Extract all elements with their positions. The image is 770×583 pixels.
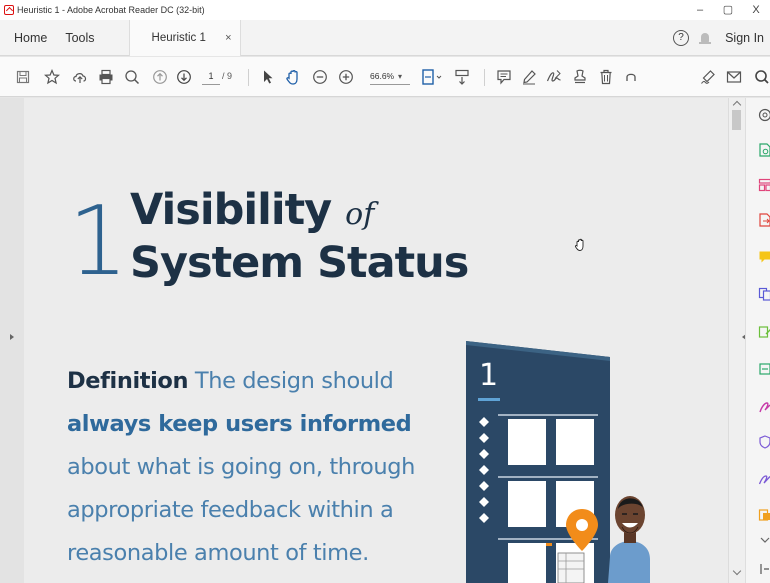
select-cursor-icon[interactable] bbox=[260, 67, 276, 87]
expand-left-pane-icon[interactable] bbox=[10, 334, 14, 340]
toolbar-divider bbox=[484, 69, 485, 86]
title-line-system-status: System Status bbox=[130, 238, 469, 288]
zoom-out-icon[interactable] bbox=[310, 67, 330, 87]
heuristic-illustration: 1 bbox=[464, 337, 664, 583]
zoom-level-input[interactable]: 66.6% bbox=[370, 68, 410, 85]
create-pdf-icon[interactable] bbox=[758, 143, 770, 157]
title-word-visibility: Visibility bbox=[130, 185, 332, 235]
sign-in-link[interactable]: Sign In bbox=[725, 31, 770, 45]
current-page-input[interactable]: 1 bbox=[202, 68, 220, 85]
hand-tool-icon[interactable] bbox=[283, 67, 303, 87]
definition-text-part1: The design should bbox=[188, 368, 394, 394]
scroll-up-icon[interactable] bbox=[732, 100, 742, 110]
request-signature-icon[interactable] bbox=[758, 472, 770, 486]
toolbar-divider bbox=[248, 69, 249, 86]
heuristic-number: 1 bbox=[68, 187, 129, 297]
window-controls: – ▢ X bbox=[686, 0, 770, 20]
definition-paragraph: Definition The design should always keep… bbox=[67, 360, 417, 575]
edit-pdf-icon[interactable] bbox=[758, 325, 770, 339]
tab-document[interactable]: Heuristic 1 × bbox=[128, 19, 241, 56]
title-word-of: of bbox=[345, 197, 375, 232]
tab-tools[interactable]: Tools bbox=[57, 31, 128, 45]
tools-pane-toggle-icon[interactable] bbox=[758, 562, 770, 576]
tab-bar: Home Tools Heuristic 1 × ? Sign In bbox=[0, 19, 770, 56]
search-tool-icon[interactable] bbox=[758, 108, 770, 122]
window-titlebar: Heuristic 1 - Adobe Acrobat Reader DC (3… bbox=[0, 0, 770, 20]
tab-home[interactable]: Home bbox=[0, 31, 57, 45]
previous-page-icon[interactable] bbox=[150, 67, 170, 87]
combine-files-icon[interactable] bbox=[758, 287, 770, 301]
scroll-mode-icon[interactable] bbox=[452, 67, 472, 87]
toolbar: 1 / 9 66.6% ▾ bbox=[0, 57, 770, 97]
notification-bell-icon[interactable] bbox=[699, 32, 712, 45]
organize-pages-icon[interactable] bbox=[758, 178, 770, 192]
maximize-button[interactable]: ▢ bbox=[714, 0, 742, 20]
email-icon[interactable] bbox=[724, 67, 744, 87]
export-pdf-icon[interactable] bbox=[758, 213, 770, 227]
fill-sign-tool-icon[interactable] bbox=[758, 400, 770, 414]
bookmark-star-icon[interactable] bbox=[42, 67, 62, 87]
print-icon[interactable] bbox=[96, 67, 116, 87]
definition-bold-phrase: always keep users informed bbox=[67, 411, 412, 437]
comment-icon[interactable] bbox=[494, 67, 514, 87]
zoom-dropdown-icon[interactable]: ▾ bbox=[398, 68, 402, 85]
page-title: Visibility of System Status bbox=[130, 185, 469, 288]
next-page-icon[interactable] bbox=[174, 67, 194, 87]
upload-cloud-icon[interactable] bbox=[70, 67, 90, 87]
undo-icon[interactable] bbox=[621, 67, 641, 87]
window-title: Heuristic 1 - Adobe Acrobat Reader DC (3… bbox=[17, 5, 205, 15]
minimize-button[interactable]: – bbox=[686, 0, 714, 20]
zoom-search-icon[interactable] bbox=[122, 67, 142, 87]
document-tab-label: Heuristic 1 bbox=[151, 31, 206, 44]
scrollbar-thumb[interactable] bbox=[732, 110, 741, 130]
zoom-in-icon[interactable] bbox=[336, 67, 356, 87]
pdf-page: 1 Visibility of System Status Definition… bbox=[24, 98, 728, 583]
draw-signature-icon[interactable] bbox=[544, 67, 564, 87]
definition-text-part2: about what is going on, through appropri… bbox=[67, 454, 415, 566]
illustration-number: 1 bbox=[479, 358, 498, 393]
acrobat-app-icon bbox=[4, 5, 14, 15]
search-text-icon[interactable] bbox=[752, 67, 770, 87]
highlight-pen-icon[interactable] bbox=[519, 67, 539, 87]
scroll-down-icon[interactable] bbox=[732, 566, 742, 576]
close-tab-icon[interactable]: × bbox=[225, 32, 231, 44]
stamp-icon[interactable] bbox=[570, 67, 590, 87]
vertical-scrollbar[interactable] bbox=[728, 98, 745, 583]
scan-ocr-icon[interactable] bbox=[758, 362, 770, 376]
page-fit-icon[interactable] bbox=[420, 67, 444, 87]
left-navigation-pane[interactable] bbox=[0, 98, 24, 583]
save-icon[interactable] bbox=[14, 67, 32, 87]
total-pages-label: / 9 bbox=[222, 71, 233, 81]
hand-cursor-icon bbox=[574, 238, 586, 257]
protect-shield-icon[interactable] bbox=[758, 435, 770, 449]
definition-label: Definition bbox=[67, 368, 189, 394]
close-window-button[interactable]: X bbox=[742, 0, 770, 20]
fill-sign-icon[interactable] bbox=[698, 67, 718, 87]
more-tools-icon[interactable] bbox=[758, 508, 770, 522]
tools-scroll-down-icon[interactable] bbox=[758, 533, 770, 547]
help-icon[interactable]: ? bbox=[673, 30, 690, 46]
comment-tool-icon[interactable] bbox=[758, 250, 770, 264]
delete-trash-icon[interactable] bbox=[596, 67, 616, 87]
